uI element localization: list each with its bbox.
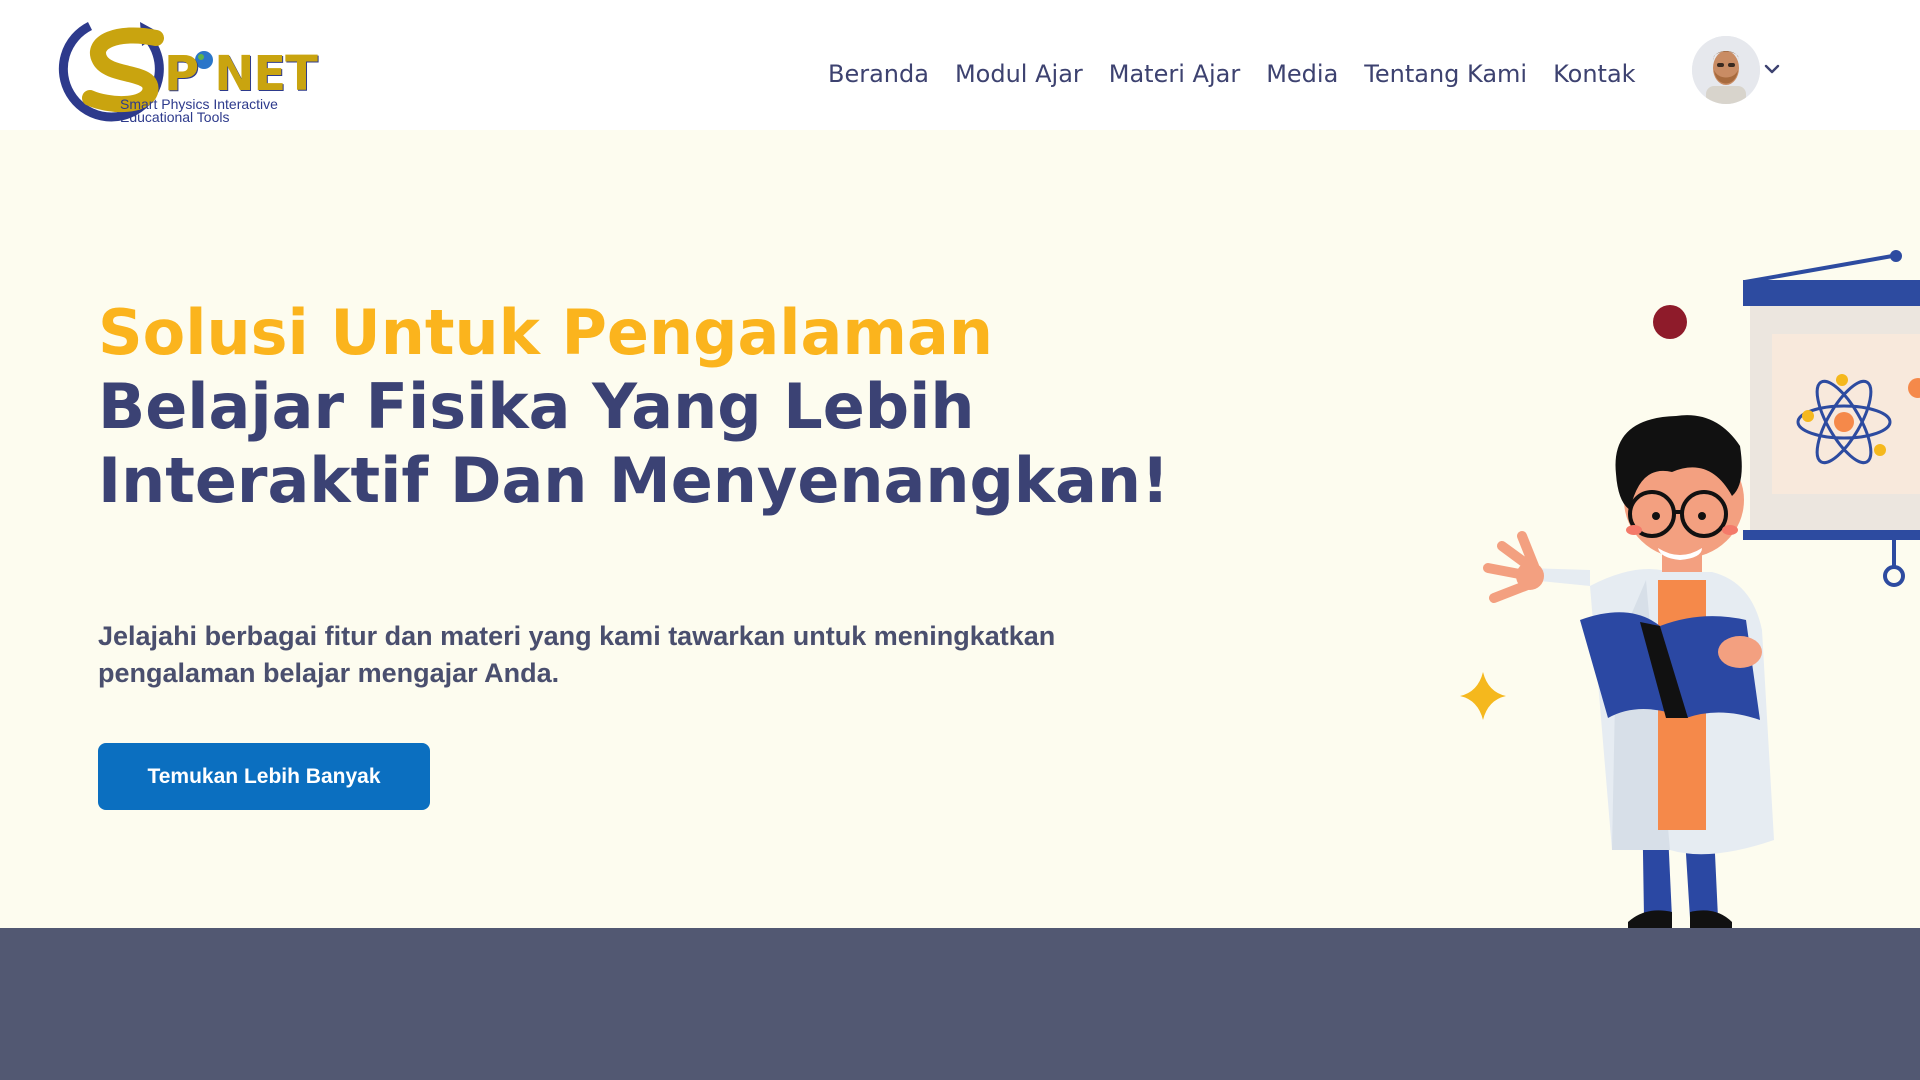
site-header: P NET Smart Physics Interactive Education… (0, 0, 1920, 130)
nav-item-tentang-kami[interactable]: Tentang Kami (1351, 56, 1540, 92)
brand-tagline-line2: Educational Tools (120, 109, 230, 125)
nav-item-kontak[interactable]: Kontak (1540, 56, 1648, 92)
discover-more-button[interactable]: Temukan Lebih Banyak (98, 743, 430, 810)
brand-wordmark: P NET (164, 46, 318, 102)
nav-item-materi-ajar[interactable]: Materi Ajar (1096, 56, 1253, 92)
chevron-down-icon[interactable] (1763, 60, 1781, 78)
atom-board-icon (1743, 250, 1920, 587)
user-avatar-icon (1692, 36, 1760, 104)
user-avatar[interactable] (1692, 36, 1760, 104)
hero-headline: Solusi Untuk Pengalaman Belajar Fisika Y… (98, 296, 1198, 518)
nav-item-modul-ajar[interactable]: Modul Ajar (942, 56, 1096, 92)
hero-section: Solusi Untuk Pengalaman Belajar Fisika Y… (0, 130, 1920, 928)
brand-tagline: Smart Physics Interactive Educational To… (120, 97, 320, 125)
hero-headline-rest: Belajar Fisika Yang Lebih Interaktif Dan… (98, 370, 1170, 517)
nav-item-media[interactable]: Media (1253, 56, 1351, 92)
decor-dot (1653, 305, 1687, 339)
main-nav: Beranda Modul Ajar Materi Ajar Media Ten… (815, 56, 1649, 92)
brand-logo[interactable]: P NET Smart Physics Interactive Education… (38, 8, 318, 126)
hero-description: Jelajahi berbagai fitur dan materi yang … (98, 621, 1056, 688)
nav-item-beranda[interactable]: Beranda (815, 56, 942, 92)
sparkle-icon (1460, 672, 1506, 720)
next-section-band (0, 928, 1920, 1080)
scientist-illustration (1460, 250, 1920, 928)
hero-headline-accent: Solusi Untuk Pengalaman (98, 296, 993, 369)
